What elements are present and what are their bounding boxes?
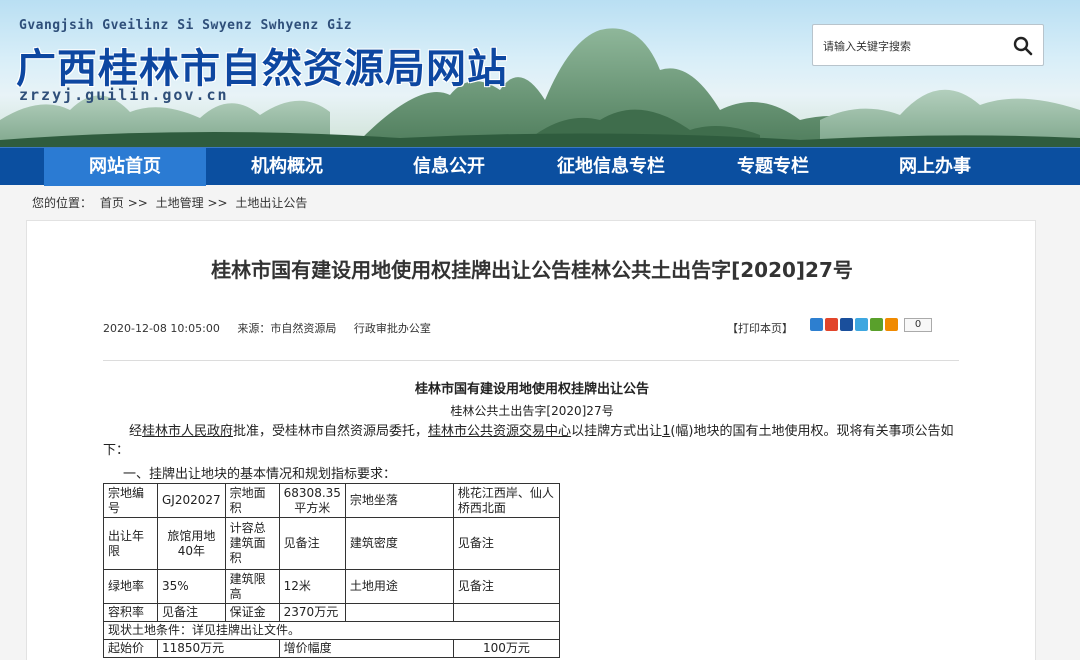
para-text: 批准，受桂林市自然资源局委托， [233, 424, 429, 439]
main-nav: 网站首页 机构概况 信息公开 征地信息专栏 专题专栏 网上办事 [0, 147, 1080, 186]
site-domain: zrzyj.guilin.gov.cn [19, 86, 229, 104]
table-cell: 土地用途 [344, 569, 454, 604]
douban-share-icon[interactable] [870, 318, 883, 331]
nav-item-topics[interactable]: 专题专栏 [692, 148, 854, 186]
doc-number: 桂林公共土出告字[2020]27号 [450, 404, 614, 418]
table-cell: 桃花江西岸、仙人桥西北面 [452, 483, 560, 518]
source-value: 市自然资源局 [270, 322, 337, 335]
source-label: 来源： [237, 322, 271, 335]
table-cell [452, 603, 560, 622]
search-box [812, 24, 1044, 66]
table-row: 容积率 见备注 保证金 2370万元 [103, 603, 560, 622]
table-cell: 现状土地条件：详见挂牌出让文件。 [103, 621, 560, 640]
nav-item-home[interactable]: 网站首页 [44, 148, 206, 186]
share-toolbar: 0 [810, 318, 932, 334]
article-meta: 2020-12-08 10:05:00 来源：市自然资源局 行政审批办公室 [103, 320, 445, 336]
table-cell: 宗地面积 [224, 483, 280, 518]
breadcrumb: 您的位置： 首页 >> 土地管理 >> 土地出让公告 [32, 194, 307, 211]
land-info-table: 宗地编号 GJ202027 宗地面积 68308.35平方米 宗地坐落 桃花江西… [103, 483, 560, 658]
table-cell: 绿地率 [103, 569, 158, 604]
breadcrumb-separator: >> [127, 196, 148, 210]
table-cell: 增价幅度 [278, 639, 454, 658]
table-cell: 12米 [278, 569, 346, 604]
table-cell: 68308.35平方米 [278, 483, 346, 518]
table-cell: 宗地编号 [103, 483, 158, 518]
table-cell: 容积率 [103, 603, 158, 622]
search-icon[interactable] [1011, 34, 1035, 58]
table-cell: 宗地坐落 [344, 483, 454, 518]
article-title: 桂林市国有建设用地使用权挂牌出让公告桂林公共土出告字[2020]27号 [211, 258, 853, 282]
renren-share-icon[interactable] [840, 318, 853, 331]
para-text: 以挂牌方式出让 [571, 424, 663, 439]
breadcrumb-separator: >> [207, 196, 228, 210]
trading-center-link[interactable]: 桂林市公共资源交易中心 [428, 424, 571, 439]
para-text: 经 [129, 424, 143, 439]
qzone-share-icon[interactable] [810, 318, 823, 331]
breadcrumb-land-notice[interactable]: 土地出让公告 [235, 196, 307, 210]
table-cell: 见备注 [452, 569, 560, 604]
breadcrumb-land-management[interactable]: 土地管理 [156, 196, 204, 210]
print-page-link[interactable]: 【打印本页】 [727, 320, 793, 336]
table-row: 现状土地条件：详见挂牌出让文件。 [103, 621, 560, 640]
table-cell: 起始价 [103, 639, 158, 658]
divider [103, 360, 959, 361]
weibo-share-icon[interactable] [825, 318, 838, 331]
search-input[interactable] [823, 36, 1003, 56]
doc-title: 桂林市国有建设用地使用权挂牌出让公告 [414, 382, 649, 397]
zhuang-site-name: Gvangjsih Gveilinz Si Swyenz Swhyenz Giz [19, 18, 353, 33]
table-row: 起始价 11850万元 增价幅度 100万元 [103, 639, 560, 658]
intro-paragraph: 经桂林市人民政府批准，受桂林市自然资源局委托，桂林市公共资源交易中心以挂牌方式出… [103, 422, 963, 460]
tencent-weibo-share-icon[interactable] [855, 318, 868, 331]
section-heading: 一、挂牌出让地块的基本情况和规划指标要求： [123, 467, 397, 482]
more-share-icon[interactable] [885, 318, 898, 331]
govt-link[interactable]: 桂林市人民政府 [142, 424, 233, 439]
breadcrumb-prefix: 您的位置： [32, 196, 93, 210]
table-cell: 35% [157, 569, 226, 604]
share-count: 0 [904, 318, 932, 332]
table-cell: GJ202027 [157, 483, 226, 518]
header-banner: Gvangjsih Gveilinz Si Swyenz Swhyenz Giz… [0, 0, 1080, 147]
breadcrumb-home[interactable]: 首页 [100, 196, 124, 210]
nav-item-online-services[interactable]: 网上办事 [854, 148, 1016, 186]
department: 行政审批办公室 [353, 322, 431, 335]
table-cell: 保证金 [224, 603, 280, 622]
table-row: 出让年限 旅馆用地40年 计容总建筑面积 见备注 建筑密度 见备注 [103, 517, 560, 570]
table-row: 宗地编号 GJ202027 宗地面积 68308.35平方米 宗地坐落 桃花江西… [103, 483, 560, 518]
table-cell: 见备注 [157, 603, 226, 622]
nav-item-land-acquisition[interactable]: 征地信息专栏 [530, 148, 692, 186]
table-cell: 计容总建筑面积 [224, 517, 280, 570]
table-cell: 旅馆用地40年 [157, 517, 226, 570]
table-row: 绿地率 35% 建筑限高 12米 土地用途 见备注 [103, 569, 560, 604]
table-cell: 出让年限 [103, 517, 158, 570]
nav-item-organization[interactable]: 机构概况 [206, 148, 368, 186]
nav-item-info-disclosure[interactable]: 信息公开 [368, 148, 530, 186]
table-cell: 11850万元 [157, 639, 280, 658]
table-cell: 见备注 [452, 517, 560, 570]
table-cell: 建筑限高 [224, 569, 280, 604]
publish-date: 2020-12-08 10:05:00 [103, 322, 220, 335]
table-cell: 见备注 [278, 517, 346, 570]
table-cell: 2370万元 [278, 603, 346, 622]
table-cell: 建筑密度 [344, 517, 454, 570]
article-panel: 桂林市国有建设用地使用权挂牌出让公告桂林公共土出告字[2020]27号 2020… [26, 220, 1036, 660]
table-cell [344, 603, 454, 622]
table-cell: 100万元 [452, 639, 560, 658]
